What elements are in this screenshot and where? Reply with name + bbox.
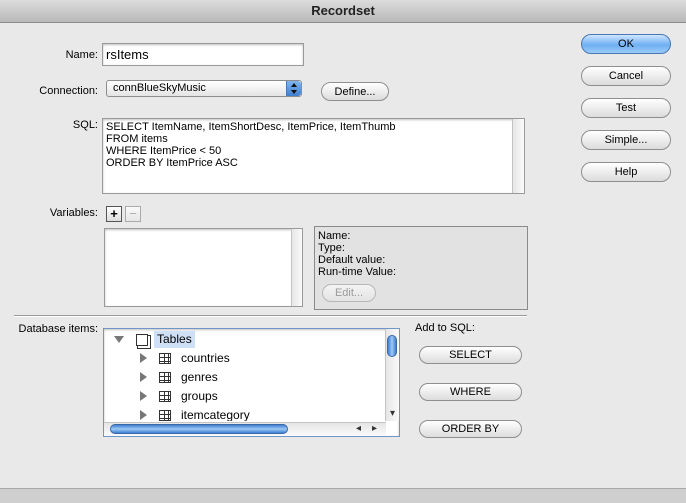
divider xyxy=(14,315,527,317)
connection-select[interactable]: connBlueSkyMusic xyxy=(106,80,302,97)
add-variable-button[interactable]: + xyxy=(106,206,122,222)
scroll-right-arrow-icon[interactable]: ▸ xyxy=(372,423,377,435)
tree-vscroll-thumb[interactable] xyxy=(387,335,397,357)
ok-button[interactable]: OK xyxy=(581,34,671,54)
sql-label: SQL: xyxy=(72,119,98,131)
disclosure-down-icon[interactable] xyxy=(114,336,124,343)
name-input-value: rsItems xyxy=(106,47,149,62)
order-by-button[interactable]: ORDER BY xyxy=(419,420,522,438)
variables-list[interactable] xyxy=(104,228,303,307)
add-to-sql-label: Add to SQL: xyxy=(415,322,475,334)
disclosure-right-icon[interactable] xyxy=(140,410,147,420)
var-type-label: Type: xyxy=(318,242,345,254)
name-label: Name: xyxy=(65,49,98,61)
variables-scrollbar[interactable] xyxy=(291,229,302,306)
table-name: countries xyxy=(181,351,230,365)
tree-row-table[interactable]: countries xyxy=(104,349,386,368)
name-input[interactable]: rsItems xyxy=(102,43,304,66)
cancel-button[interactable]: Cancel xyxy=(581,66,671,86)
disclosure-right-icon[interactable] xyxy=(140,353,147,363)
table-icon xyxy=(159,410,171,421)
sql-line: ORDER BY ItemPrice ASC xyxy=(106,157,238,169)
variable-details-group: Name: Type: Default value: Run-time Valu… xyxy=(314,226,528,310)
tables-icon xyxy=(136,334,148,346)
simple-button[interactable]: Simple... xyxy=(581,130,671,150)
bottom-strip xyxy=(0,488,686,503)
scroll-down-arrow-icon[interactable]: ▾ xyxy=(386,408,399,420)
var-default-label: Default value: xyxy=(318,254,386,266)
table-icon xyxy=(159,353,171,364)
edit-button[interactable]: Edit... xyxy=(322,284,376,302)
sql-scrollbar[interactable] xyxy=(512,119,524,193)
table-name: groups xyxy=(181,389,218,403)
connection-label: Connection: xyxy=(39,85,98,97)
database-items-label: Database items: xyxy=(18,323,98,335)
database-tree[interactable]: Tables countries genres groups itemcateg… xyxy=(103,328,400,437)
select-button[interactable]: SELECT xyxy=(419,346,522,364)
tree-hscroll-thumb[interactable] xyxy=(110,424,288,434)
disclosure-right-icon[interactable] xyxy=(140,372,147,382)
chevron-updown-icon xyxy=(286,81,301,96)
table-name: itemcategory xyxy=(181,408,250,421)
help-button[interactable]: Help xyxy=(581,162,671,182)
tree-row-table[interactable]: itemcategory xyxy=(104,406,386,421)
table-name: genres xyxy=(181,370,218,384)
tree-row-tables[interactable]: Tables xyxy=(104,330,386,349)
table-icon xyxy=(159,391,171,402)
tree-horizontal-scrollbar[interactable]: ◂ ▸ xyxy=(104,422,386,436)
variables-label: Variables: xyxy=(49,207,98,219)
remove-variable-button[interactable]: − xyxy=(125,206,141,222)
test-button[interactable]: Test xyxy=(581,98,671,118)
connection-value: connBlueSkyMusic xyxy=(113,82,206,94)
var-runtime-label: Run-time Value: xyxy=(318,266,397,278)
tree-row-table[interactable]: genres xyxy=(104,368,386,387)
window-title: Recordset xyxy=(0,0,686,23)
tree-root-label: Tables xyxy=(154,331,195,348)
where-button[interactable]: WHERE xyxy=(419,383,522,401)
sql-line: WHERE ItemPrice < 50 xyxy=(106,145,222,157)
sql-textarea[interactable]: SELECT ItemName, ItemShortDesc, ItemPric… xyxy=(102,118,525,194)
scroll-left-arrow-icon[interactable]: ◂ xyxy=(356,423,361,435)
tree-vertical-scrollbar[interactable]: ▾ xyxy=(385,329,399,421)
tree-row-table[interactable]: groups xyxy=(104,387,386,406)
sql-line: FROM items xyxy=(106,133,168,145)
table-icon xyxy=(159,372,171,383)
disclosure-right-icon[interactable] xyxy=(140,391,147,401)
define-button[interactable]: Define... xyxy=(321,82,389,101)
var-name-label: Name: xyxy=(318,230,351,242)
sql-line: SELECT ItemName, ItemShortDesc, ItemPric… xyxy=(106,121,396,133)
